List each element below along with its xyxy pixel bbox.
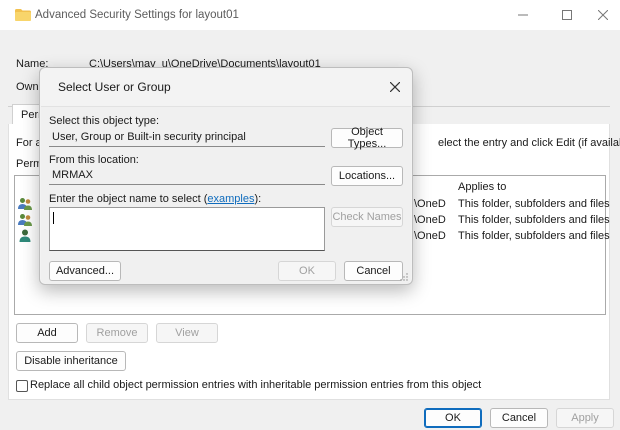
locations-button[interactable]: Locations...: [331, 166, 403, 186]
row-inherited-from: \OneD: [414, 230, 446, 242]
object-type-label: Select this object type:: [49, 115, 160, 127]
row-applies-to: This folder, subfolders and files: [458, 214, 610, 226]
user-group-icon: [18, 214, 32, 226]
check-names-button[interactable]: Check Names: [331, 207, 403, 227]
select-user-or-group-dialog: Select User or Group Select this object …: [39, 67, 413, 285]
dialog-title: Select User or Group: [58, 80, 171, 94]
apply-button[interactable]: Apply: [556, 408, 614, 428]
maximize-button[interactable]: [550, 0, 584, 30]
row-inherited-from: \OneD: [414, 198, 446, 210]
user-icon: [19, 229, 31, 242]
applies-to-column-header[interactable]: Applies to: [458, 181, 506, 193]
instruction-text-left: For a: [16, 137, 42, 149]
dialog-close-button[interactable]: [384, 76, 406, 98]
disable-inheritance-button[interactable]: Disable inheritance: [16, 351, 126, 371]
text-caret: [53, 212, 54, 224]
close-icon: [598, 10, 608, 20]
close-window-button[interactable]: [586, 0, 620, 30]
window-title: Advanced Security Settings for layout01: [35, 9, 239, 21]
dialog-cancel-button[interactable]: Cancel: [344, 261, 403, 281]
dialog-ok-button[interactable]: OK: [278, 261, 336, 281]
advanced-button[interactable]: Advanced...: [49, 261, 121, 281]
object-name-input[interactable]: [49, 207, 325, 251]
dialog-body: Select this object type: User, Group or …: [41, 106, 411, 284]
location-field: MRMAX: [49, 166, 325, 185]
row-applies-to: This folder, subfolders and files: [458, 230, 610, 242]
folder-icon: [15, 9, 31, 21]
resize-grip-icon[interactable]: [400, 273, 408, 281]
row-inherited-from: \OneD: [414, 214, 446, 226]
user-group-icon: [18, 198, 32, 210]
replace-child-permissions-label: Replace all child object permission entr…: [30, 379, 482, 391]
object-type-field: User, Group or Built-in security princip…: [49, 128, 325, 147]
location-label: From this location:: [49, 154, 139, 166]
instruction-text-right: elect the entry and click Edit (if avail…: [438, 137, 620, 149]
object-name-label-suffix: ):: [254, 193, 262, 205]
cancel-button[interactable]: Cancel: [490, 408, 548, 428]
minimize-button[interactable]: [506, 0, 540, 30]
minimize-icon: [518, 14, 528, 16]
row-applies-to: This folder, subfolders and files: [458, 198, 610, 210]
advanced-security-window: Advanced Security Settings for layout01 …: [0, 0, 620, 430]
add-button[interactable]: Add: [16, 323, 78, 343]
title-bar: Advanced Security Settings for layout01: [0, 0, 620, 30]
replace-child-permissions-checkbox[interactable]: [16, 380, 28, 392]
remove-button[interactable]: Remove: [86, 323, 148, 343]
maximize-icon: [562, 10, 572, 20]
object-name-label: Enter the object name to select (example…: [49, 193, 261, 205]
examples-link[interactable]: examples: [207, 193, 254, 205]
view-button[interactable]: View: [156, 323, 218, 343]
ok-button[interactable]: OK: [424, 408, 482, 428]
close-icon: [390, 82, 400, 92]
object-name-label-prefix: Enter the object name to select (: [49, 193, 208, 205]
object-types-button[interactable]: Object Types...: [331, 126, 403, 150]
